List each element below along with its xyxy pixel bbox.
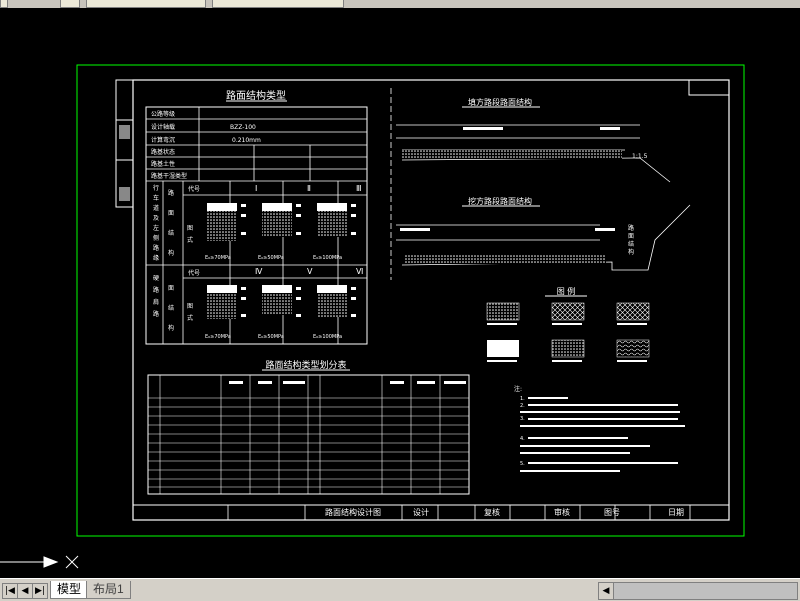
modulus-label: E₀≥70MPa	[205, 255, 231, 261]
code-label: 代号	[188, 185, 200, 193]
bottom-table	[147, 374, 470, 495]
legend-swatches	[486, 302, 650, 362]
tab-model[interactable]: 模型	[50, 581, 89, 599]
col-head: Ⅰ	[255, 184, 257, 193]
svg-text:构: 构	[168, 249, 174, 257]
first-tab-icon[interactable]: |◀	[2, 583, 18, 599]
next-tab-icon[interactable]: ▶|	[32, 583, 48, 599]
deflection-value: 0.210mm	[232, 137, 261, 144]
svg-text:缘: 缘	[153, 254, 159, 262]
sheet-border	[76, 64, 745, 537]
horizontal-scrollbar[interactable]: ◀	[598, 582, 798, 600]
svg-text:左: 左	[153, 224, 159, 232]
cad-drawing: 路面结构类型 公路等级 设计轴载 计算弯沉 路基状态 路基土性 路基干湿类型 B…	[0, 64, 745, 569]
toolbar-fragment[interactable]	[60, 0, 80, 8]
title-design: 设计	[413, 507, 429, 517]
svg-text:硬: 硬	[153, 275, 159, 282]
row-label: 设计轴载	[151, 123, 175, 131]
title-audit: 审核	[554, 507, 570, 517]
row-label: 路基土性	[151, 160, 175, 168]
drawing-title: 路面结构设计图	[325, 507, 381, 517]
modulus-label: E₀≥50MPa	[258, 334, 284, 340]
modulus-label: E₀≥70MPa	[205, 334, 231, 340]
col-head: Ⅳ	[255, 267, 263, 276]
col-head: Ⅴ	[307, 267, 313, 276]
scroll-left-icon[interactable]: ◀	[599, 583, 614, 599]
row-label: 计算弯沉	[151, 136, 175, 144]
svg-text:肩: 肩	[153, 298, 159, 306]
row-label: 路基干湿类型	[151, 172, 187, 180]
modulus-label: E₀≥50MPa	[258, 255, 284, 261]
title-block	[132, 504, 730, 521]
svg-text:2.: 2.	[520, 403, 525, 409]
svg-text:车: 车	[153, 194, 159, 202]
svg-text:路: 路	[628, 224, 634, 232]
row-label: 公路等级	[151, 110, 175, 118]
svg-text:道: 道	[153, 204, 159, 212]
svg-text:图: 图	[187, 225, 193, 232]
notes-title: 注:	[514, 385, 522, 393]
svg-text:结: 结	[628, 240, 634, 248]
title-date: 日期	[668, 508, 684, 517]
ucs-icon	[0, 555, 79, 569]
title-review: 复核	[484, 507, 500, 517]
svg-text:5.: 5.	[520, 461, 525, 467]
svg-text:路: 路	[153, 310, 159, 318]
left-table-title: 路面结构类型	[226, 89, 286, 102]
svg-text:式: 式	[187, 314, 193, 322]
drawing-canvas[interactable]: 路面结构类型 公路等级 设计轴载 计算弯沉 路基状态 路基土性 路基干湿类型 B…	[0, 8, 800, 578]
svg-text:及: 及	[153, 215, 159, 222]
svg-text:3.: 3.	[520, 416, 525, 422]
svg-text:结: 结	[168, 229, 174, 237]
bottom-table-title: 路面结构类型划分表	[265, 359, 346, 371]
svg-text:行: 行	[153, 184, 159, 192]
notes-text-lines	[520, 397, 685, 472]
modulus-label: E₀≥100MPa	[313, 334, 342, 340]
tab-layout1[interactable]: 布局1	[86, 581, 131, 599]
prev-tab-icon[interactable]: ◀	[17, 583, 33, 599]
svg-text:4.: 4.	[520, 436, 525, 442]
col-head: Ⅱ	[307, 184, 311, 193]
svg-text:路: 路	[168, 189, 174, 197]
svg-text:构: 构	[168, 324, 174, 332]
toolbar-combobox[interactable]	[86, 0, 206, 8]
modulus-label: E₀≥100MPa	[313, 255, 342, 261]
code-label-lower: 代号	[188, 269, 200, 277]
toolbar-strip	[0, 0, 800, 8]
slope-label: 1:1.5	[632, 153, 648, 160]
legend-title: 图 例	[557, 286, 576, 296]
toolbar-combobox[interactable]	[212, 0, 344, 8]
svg-text:图: 图	[187, 303, 193, 310]
svg-text:面: 面	[628, 233, 634, 240]
title-number: 图号	[604, 508, 620, 517]
svg-text:路: 路	[153, 244, 159, 252]
svg-text:面: 面	[168, 285, 174, 292]
svg-text:式: 式	[187, 236, 193, 244]
layer-diagrams	[207, 203, 356, 319]
svg-text:1.: 1.	[520, 396, 525, 402]
upper-section-title: 填方路段路面结构	[468, 97, 532, 107]
col-head: Ⅵ	[356, 267, 363, 276]
col-head: Ⅲ	[356, 184, 362, 193]
svg-text:侧: 侧	[153, 234, 159, 242]
row-label: 路基状态	[151, 148, 175, 156]
axle-value: BZZ-100	[230, 124, 256, 131]
layout-tab-bar: |◀ ◀ ▶| 模型 布局1 ◀	[0, 578, 800, 601]
toolbar-fragment[interactable]	[0, 0, 8, 8]
svg-text:路: 路	[153, 286, 159, 294]
svg-text:结: 结	[168, 304, 174, 312]
lower-section-title: 挖方路段路面结构	[468, 196, 532, 206]
svg-text:面: 面	[168, 210, 174, 217]
svg-text:构: 构	[628, 248, 634, 256]
